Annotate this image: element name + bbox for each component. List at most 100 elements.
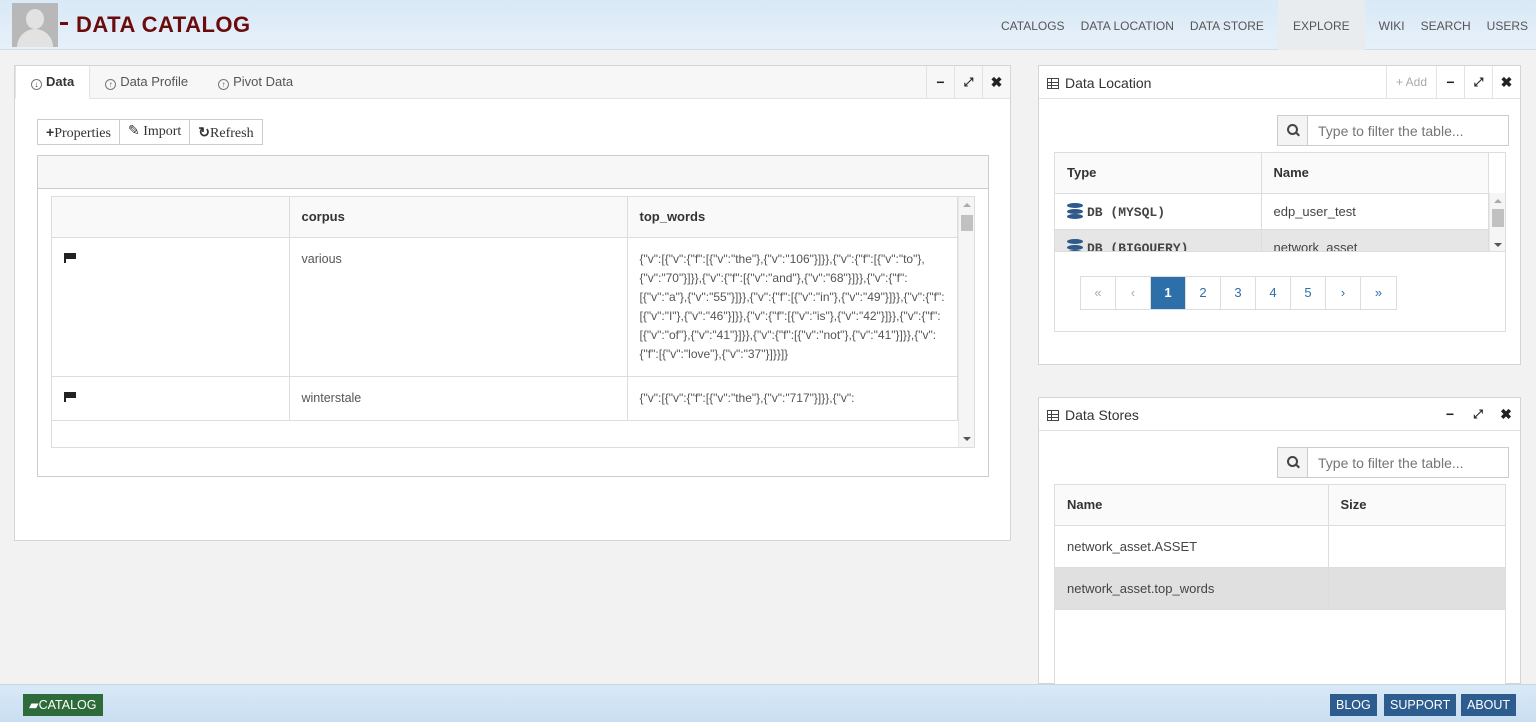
stores-header-size[interactable]: Size: [1328, 485, 1505, 526]
catalog-button[interactable]: ▰CATALOG: [23, 694, 103, 716]
data-tabs: ↓ Data ↑ Data Profile ↑ Pivot Data: [15, 66, 308, 99]
next-page-button[interactable]: ›: [1326, 277, 1361, 309]
support-button[interactable]: SUPPORT: [1384, 694, 1457, 716]
nav-explore[interactable]: EXPLORE: [1277, 0, 1365, 50]
page-1-button[interactable]: 1: [1151, 277, 1186, 309]
circle-arrow-down-icon: ↓: [31, 79, 42, 90]
search-icon: [1278, 448, 1308, 477]
minimize-icon[interactable]: −: [926, 66, 954, 99]
last-page-button[interactable]: »: [1361, 277, 1396, 309]
page-2-button[interactable]: 2: [1186, 277, 1221, 309]
table-row[interactable]: network_asset.top_words: [1055, 567, 1505, 610]
table-row[interactable]: winterstale {"v":[{"v":{"f":[{"v":"the"}…: [52, 376, 958, 421]
data-stores-title: Data Stores: [1065, 407, 1139, 423]
footer-bar: ▰CATALOG BLOG SUPPORT ABOUT: [0, 684, 1536, 722]
circle-arrow-up-icon: ↑: [218, 79, 230, 90]
location-header-name[interactable]: Name: [1261, 153, 1489, 194]
scroll-thumb[interactable]: [961, 215, 973, 231]
data-location-header: Data Location + Add − ⤢ ✖: [1039, 66, 1520, 99]
grid-scrollbar[interactable]: [958, 197, 974, 447]
import-label: Import: [143, 124, 182, 139]
panel-title-wrap: Data Location: [1047, 75, 1151, 91]
page-5-button[interactable]: 5: [1291, 277, 1326, 309]
top-words-cell: {"v":[{"v":{"f":[{"v":"the"},{"v":"106"}…: [627, 237, 958, 377]
page-3-button[interactable]: 3: [1221, 277, 1256, 309]
location-table-scrollbar[interactable]: [1489, 193, 1505, 251]
flag-icon[interactable]: [64, 252, 76, 263]
search-icon: [1278, 116, 1308, 145]
page-4-button[interactable]: 4: [1256, 277, 1291, 309]
corpus-cell: various: [289, 237, 628, 377]
table-row[interactable]: DB (MYSQL) edp_user_test: [1055, 193, 1489, 230]
database-icon: [1067, 238, 1083, 251]
about-button[interactable]: ABOUT: [1461, 694, 1517, 716]
tab-data-profile-label: Data Profile: [120, 74, 189, 89]
data-grid[interactable]: corpus top_words various {"v":[{"v":{"f"…: [51, 196, 975, 448]
plus-icon: +: [46, 124, 55, 140]
stores-header-name[interactable]: Name: [1055, 485, 1329, 526]
prev-page-button[interactable]: ‹: [1116, 277, 1151, 309]
close-icon[interactable]: ✖: [1492, 398, 1520, 431]
tab-data-profile[interactable]: ↑ Data Profile: [90, 66, 203, 99]
scroll-down-icon[interactable]: [963, 437, 971, 441]
expand-icon[interactable]: ⤢: [954, 66, 982, 99]
user-menu-caret-icon[interactable]: [60, 22, 68, 25]
row-flag-cell: [52, 376, 290, 421]
user-avatar[interactable]: [12, 3, 58, 47]
stores-search-input[interactable]: [1308, 448, 1508, 477]
nav-search[interactable]: SEARCH: [1413, 0, 1479, 50]
tab-pivot-data-label: Pivot Data: [233, 74, 294, 89]
location-type-cell: DB (MYSQL): [1055, 193, 1262, 230]
tab-pivot-data[interactable]: ↑ Pivot Data: [203, 66, 308, 99]
data-location-table: Type Name DB (MYSQL) edp_user_test DB (B…: [1054, 152, 1506, 252]
minimize-icon[interactable]: −: [1436, 66, 1464, 99]
location-search-input[interactable]: [1308, 116, 1508, 145]
refresh-label: Refresh: [210, 126, 254, 141]
flag-icon[interactable]: [64, 391, 76, 402]
tab-data[interactable]: ↓ Data: [15, 66, 91, 99]
data-panel-header: ↓ Data ↑ Data Profile ↑ Pivot Data − ⤢ ✖: [15, 66, 1010, 99]
first-page-button[interactable]: «: [1081, 277, 1116, 309]
expand-icon[interactable]: ⤢: [1464, 66, 1492, 99]
location-header-type[interactable]: Type: [1055, 153, 1262, 194]
grid-header-top-words[interactable]: top_words: [627, 197, 958, 238]
properties-label: Properties: [54, 126, 111, 141]
tab-data-label: Data: [46, 74, 75, 89]
nav-data-store[interactable]: DATA STORE: [1182, 0, 1272, 50]
scroll-down-icon[interactable]: [1494, 243, 1502, 247]
scroll-up-icon[interactable]: [1494, 199, 1502, 203]
top-navbar: DATA CATALOG CATALOGS DATA LOCATION DATA…: [0, 0, 1536, 50]
add-label: Add: [1405, 75, 1428, 89]
table-icon: [1047, 410, 1059, 421]
store-name-cell: network_asset.ASSET: [1055, 525, 1329, 568]
location-pagination: « ‹ 1 2 3 4 5 › »: [1080, 276, 1397, 310]
import-button[interactable]: ✎ Import: [118, 119, 191, 145]
scroll-up-icon[interactable]: [963, 203, 971, 207]
table-row[interactable]: DB (BIGQUERY) network_asset: [1055, 229, 1489, 251]
app-title[interactable]: DATA CATALOG: [76, 12, 251, 38]
location-search: [1277, 115, 1509, 146]
nav-wiki[interactable]: WIKI: [1371, 0, 1413, 50]
nav-catalogs[interactable]: CATALOGS: [993, 0, 1073, 50]
add-button[interactable]: + Add: [1386, 66, 1436, 99]
properties-button[interactable]: +Properties: [37, 119, 120, 145]
database-icon: [1067, 202, 1083, 219]
store-name-cell: network_asset.top_words: [1055, 567, 1329, 610]
store-size-cell: [1328, 567, 1505, 610]
row-flag-cell: [52, 237, 290, 377]
nav-data-location[interactable]: DATA LOCATION: [1073, 0, 1182, 50]
close-icon[interactable]: ✖: [982, 66, 1010, 99]
refresh-button[interactable]: ↻Refresh: [189, 119, 263, 145]
minimize-icon[interactable]: −: [1436, 398, 1464, 431]
main-nav: CATALOGS DATA LOCATION DATA STORE EXPLOR…: [993, 0, 1536, 50]
blog-button[interactable]: BLOG: [1330, 694, 1377, 716]
scroll-thumb[interactable]: [1492, 209, 1504, 227]
data-grid-container: corpus top_words various {"v":[{"v":{"f"…: [37, 155, 989, 477]
stores-search: [1277, 447, 1509, 478]
table-row[interactable]: network_asset.ASSET: [1055, 525, 1505, 568]
table-row[interactable]: various {"v":[{"v":{"f":[{"v":"the"},{"v…: [52, 237, 958, 377]
grid-header-corpus[interactable]: corpus: [289, 197, 628, 238]
nav-users[interactable]: USERS: [1479, 0, 1536, 50]
close-icon[interactable]: ✖: [1492, 66, 1520, 99]
expand-icon[interactable]: ⤢: [1464, 398, 1492, 431]
